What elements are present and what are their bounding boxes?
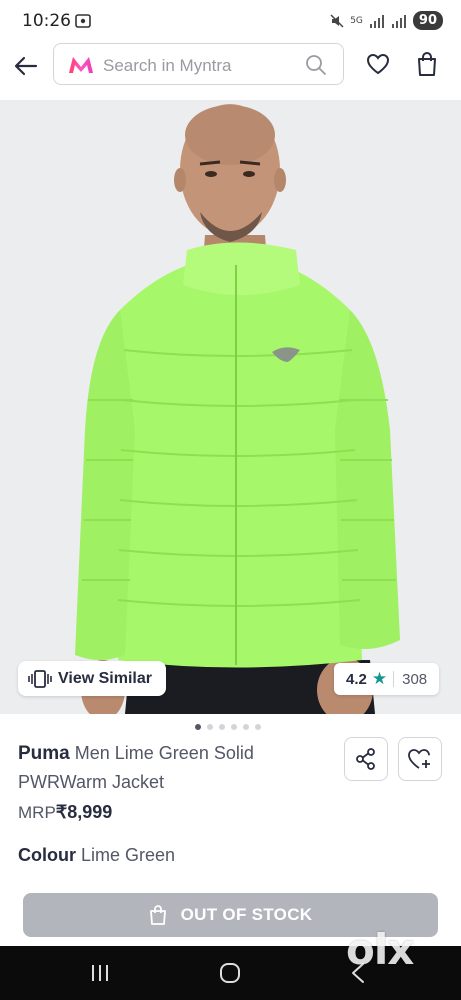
carousel-dot[interactable] [231,724,237,730]
share-button[interactable] [344,737,388,781]
rating-count: 308 [402,670,428,688]
rating-value: 4.2 [346,670,367,688]
carousel-dot[interactable] [195,724,201,730]
signal-icon [369,14,384,28]
share-icon [356,748,375,770]
rating-divider [393,671,395,687]
bag-icon [149,905,166,925]
view-similar-button[interactable]: View Similar [18,661,166,696]
battery-badge: 90 [412,11,443,30]
status-bar: 10:26 5G 90 [0,0,461,40]
colour-row: Colour Lime Green [18,845,175,866]
myntra-logo-icon [69,57,93,73]
brand-name: Puma [18,743,70,764]
olx-watermark: olx [346,925,414,974]
screen-record-icon [75,14,91,28]
product-title: Puma Men Lime Green Solid PWRWarm Jacket [18,739,318,797]
product-image[interactable] [0,100,461,714]
carousel-dots [195,724,261,730]
add-to-wishlist-button[interactable] [398,737,442,781]
heart-icon[interactable] [366,53,390,75]
rating-badge[interactable]: 4.2 ★ 308 [334,663,440,695]
bag-icon[interactable] [416,51,438,77]
signal-icon-2 [391,14,406,28]
price-row: MRP₹8,999 [18,802,112,823]
mute-icon [330,13,344,28]
search-icon[interactable] [305,54,327,76]
view-similar-icon [28,669,52,688]
view-similar-label: View Similar [58,669,152,687]
carousel-dot[interactable] [207,724,213,730]
out-of-stock-label: OUT OF STOCK [180,905,313,924]
colour-value: Lime Green [81,845,176,865]
status-icons: 5G 90 [330,11,443,30]
back-arrow-icon[interactable] [12,52,40,80]
heart-plus-icon [408,749,430,769]
star-icon: ★ [371,669,388,688]
carousel-dot[interactable] [219,724,225,730]
price-value: ₹8,999 [55,802,113,822]
search-placeholder: Search in Myntra [103,56,232,75]
recent-apps-icon[interactable] [90,964,110,982]
carousel-dot[interactable] [243,724,249,730]
search-input[interactable]: Search in Myntra [53,43,344,85]
colour-label: Colour [18,845,76,865]
app-header: Search in Myntra [0,40,461,98]
model-illustration [75,104,400,714]
home-icon[interactable] [219,962,241,984]
status-time: 10:26 [22,11,71,31]
carousel-dot[interactable] [255,724,261,730]
network-label: 5G [350,15,363,26]
mrp-label: MRP [18,803,56,822]
